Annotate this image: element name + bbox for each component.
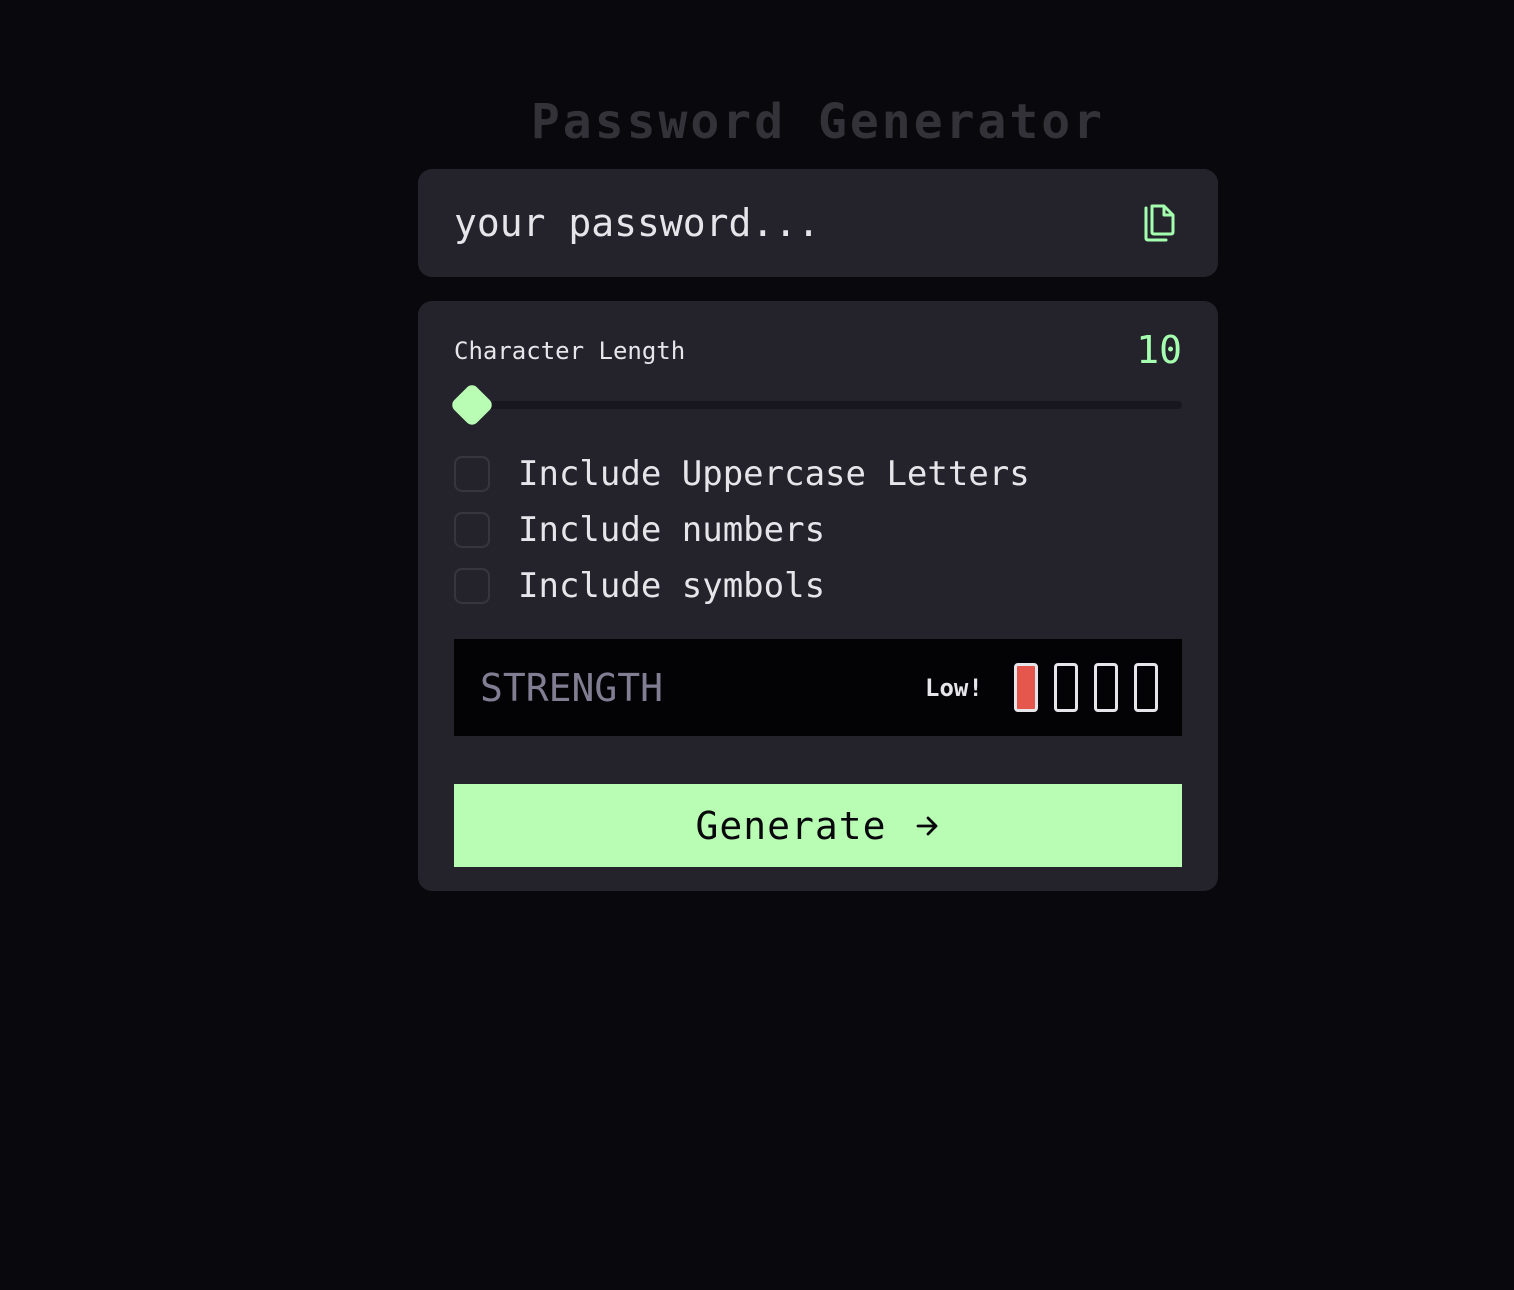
strength-bar xyxy=(1094,663,1118,712)
character-length-value: 10 xyxy=(1136,328,1182,372)
strength-bar xyxy=(1014,663,1038,712)
generate-button[interactable]: Generate xyxy=(454,784,1182,867)
character-length-label: Character Length xyxy=(454,337,686,365)
option-label: Include Uppercase Letters xyxy=(518,454,1030,494)
uppercase-checkbox[interactable] xyxy=(454,456,490,492)
symbols-checkbox[interactable] xyxy=(454,568,490,604)
password-field[interactable] xyxy=(454,193,1104,253)
slider-track xyxy=(454,401,1182,409)
generate-label: Generate xyxy=(695,803,887,848)
option-numbers[interactable]: Include numbers xyxy=(454,510,825,550)
page-title: Password Generator xyxy=(530,94,1106,151)
strength-label: STRENGTH xyxy=(480,666,664,710)
strength-bar xyxy=(1134,663,1158,712)
password-output-panel xyxy=(418,169,1218,277)
option-label: Include symbols xyxy=(518,566,826,606)
character-length-slider[interactable] xyxy=(449,382,1182,428)
copy-button[interactable] xyxy=(1140,202,1180,244)
option-label: Include numbers xyxy=(518,510,826,550)
strength-level-text: Low! xyxy=(925,674,983,702)
numbers-checkbox[interactable] xyxy=(454,512,490,548)
strength-bar xyxy=(1054,663,1078,712)
copy-icon xyxy=(1144,204,1176,242)
strength-panel: STRENGTH Low! xyxy=(454,639,1182,736)
settings-panel: Character Length 10 Include Uppercase Le… xyxy=(418,301,1218,891)
slider-thumb[interactable] xyxy=(449,382,495,428)
option-symbols[interactable]: Include symbols xyxy=(454,566,825,606)
option-uppercase[interactable]: Include Uppercase Letters xyxy=(454,454,1030,494)
arrow-right-icon xyxy=(915,813,941,839)
